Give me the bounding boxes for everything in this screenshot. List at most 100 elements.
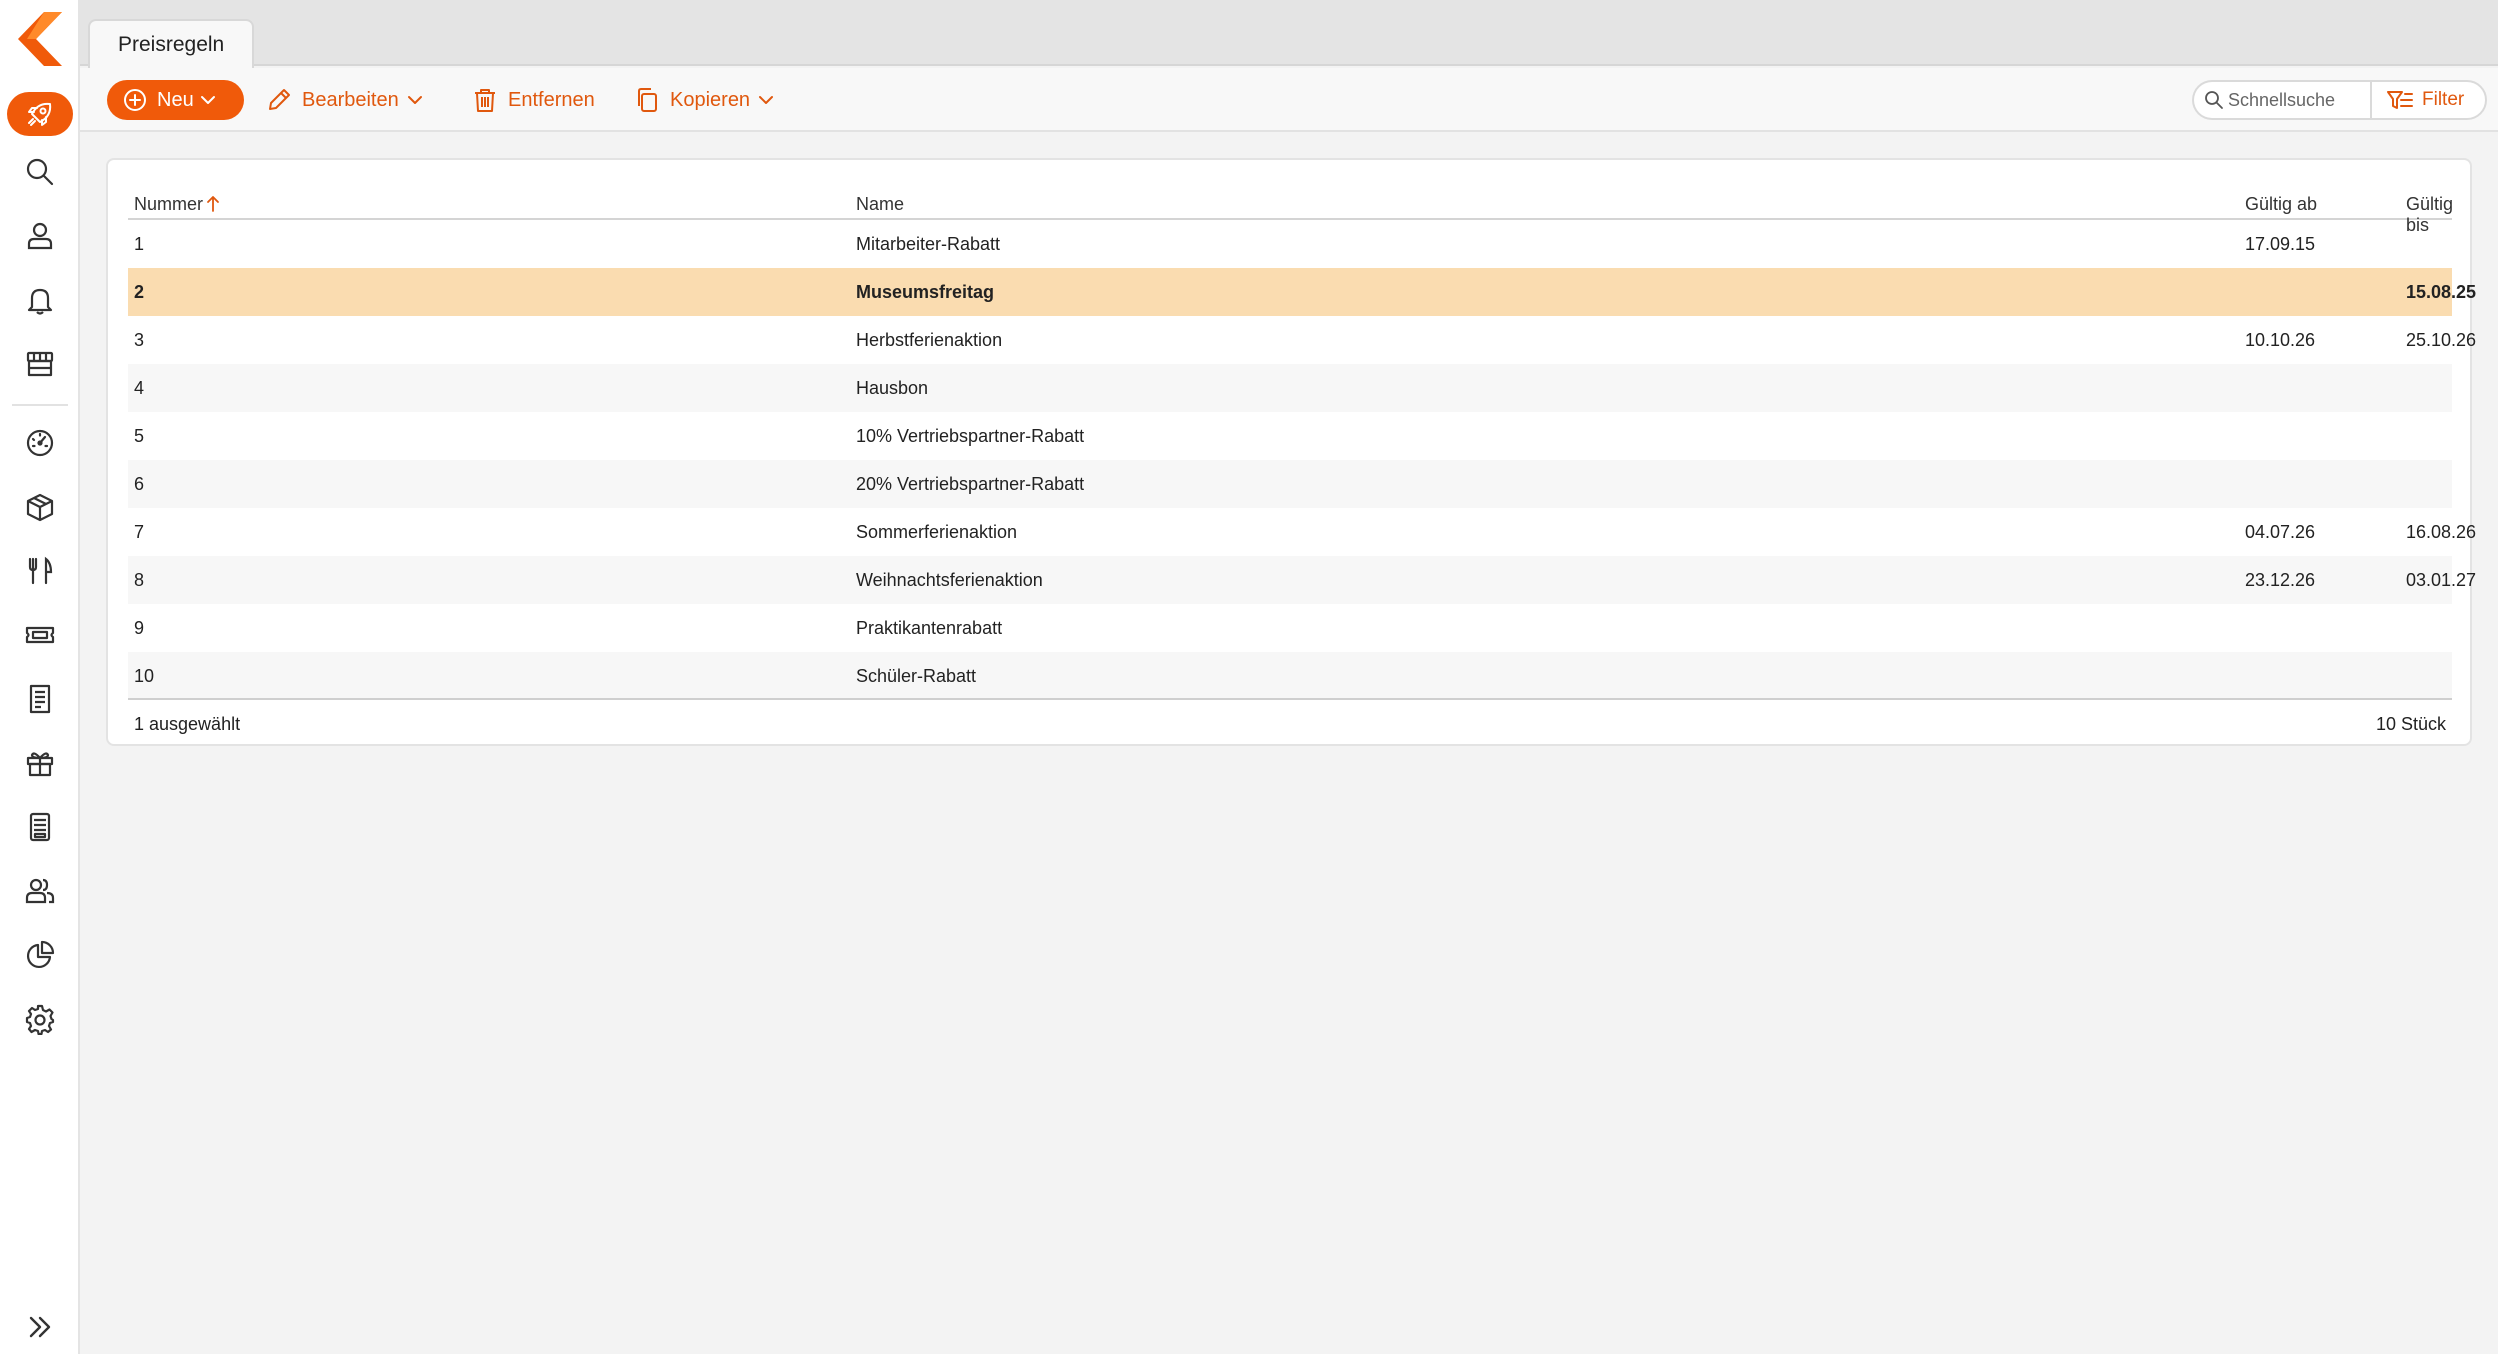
sidebar-collapse-button[interactable] bbox=[7, 1305, 73, 1349]
table-row[interactable]: 1 Mitarbeiter-Rabatt 17.09.15 bbox=[128, 220, 2452, 268]
gear-icon bbox=[25, 1004, 55, 1035]
cell-number: 1 bbox=[134, 234, 145, 254]
delete-button[interactable]: Entfernen bbox=[472, 80, 595, 120]
receipt-icon bbox=[29, 684, 51, 714]
sidebar-item-shop[interactable] bbox=[7, 342, 73, 386]
bell-icon bbox=[27, 288, 53, 315]
cell-number: 10 bbox=[134, 666, 155, 686]
plus-circle-icon bbox=[124, 89, 146, 111]
filter-button-label: Filter bbox=[2422, 89, 2465, 110]
sidebar-item-start[interactable] bbox=[7, 92, 73, 136]
sidebar-item-articles[interactable] bbox=[7, 485, 73, 529]
cell-number: 3 bbox=[134, 330, 145, 350]
table-row[interactable]: 3 Herbstferienaktion 10.10.26 25.10.26 bbox=[128, 316, 2476, 364]
cell-name: Sommerferienaktion bbox=[856, 522, 1018, 542]
pencil-icon bbox=[269, 89, 290, 110]
table-row[interactable]: 5 10% Vertriebspartner-Rabatt bbox=[128, 412, 2452, 460]
box-icon bbox=[26, 493, 54, 522]
search-icon bbox=[26, 158, 54, 186]
sidebar bbox=[0, 0, 80, 1354]
cell-name: 20% Vertriebspartner-Rabatt bbox=[856, 474, 1085, 494]
cell-number: 2 bbox=[134, 282, 145, 302]
sort-ascending-icon bbox=[207, 196, 219, 212]
selection-count: 1 ausgewählt bbox=[134, 714, 241, 734]
copy-button[interactable]: Kopieren bbox=[634, 80, 774, 120]
toolbar: Neu Bearbeiten Entfernen Kopieren Schnel… bbox=[80, 68, 2498, 132]
chevron-down-icon bbox=[407, 96, 422, 104]
cell-number: 7 bbox=[134, 522, 145, 542]
cell-name: Schüler-Rabatt bbox=[856, 666, 977, 686]
new-button[interactable]: Neu bbox=[107, 80, 244, 120]
rocket-icon bbox=[28, 102, 52, 126]
new-button-label: Neu bbox=[157, 88, 194, 111]
table-row[interactable]: 9 Praktikantenrabatt bbox=[128, 604, 2452, 652]
table-row-selected[interactable]: 2 Museumsfreitag 15.08.25 bbox=[128, 268, 2476, 316]
cell-valid-from: 17.09.15 bbox=[2245, 234, 2316, 254]
double-chevron-right-icon bbox=[29, 1316, 51, 1338]
copy-button-label: Kopieren bbox=[670, 88, 751, 111]
column-header-number[interactable]: Nummer bbox=[134, 194, 221, 215]
sidebar-item-settings[interactable] bbox=[7, 997, 73, 1041]
sidebar-item-vouchers[interactable] bbox=[7, 741, 73, 785]
price-rules-table: Nummer Name Gültig ab Gültig bis 1 Mitar… bbox=[106, 158, 2476, 746]
edit-button-label: Bearbeiten bbox=[302, 88, 399, 111]
cell-name: Hausbon bbox=[856, 378, 929, 398]
pie-chart-icon bbox=[26, 940, 55, 969]
search-icon bbox=[2205, 91, 2223, 109]
sidebar-item-statistics[interactable] bbox=[7, 933, 73, 977]
cell-name: 10% Vertriebspartner-Rabatt bbox=[856, 426, 1085, 446]
cell-valid-to: 15.08.25 bbox=[2406, 282, 2477, 302]
cell-valid-from: 04.07.26 bbox=[2245, 522, 2316, 542]
ticket-icon bbox=[25, 626, 55, 644]
cell-number: 5 bbox=[134, 426, 145, 446]
sidebar-item-users[interactable] bbox=[7, 869, 73, 913]
tab-preisregeln[interactable]: Preisregeln bbox=[88, 19, 255, 68]
restaurant-icon bbox=[28, 556, 53, 585]
cell-name: Museumsfreitag bbox=[856, 282, 995, 302]
table-row[interactable]: 7 Sommerferienaktion 04.07.26 16.08.26 bbox=[128, 508, 2476, 556]
table-row[interactable]: 8 Weihnachtsferienaktion 23.12.26 03.01.… bbox=[128, 556, 2476, 604]
table-footer: 1 ausgewählt 10 Stück bbox=[128, 698, 2452, 746]
cell-name: Praktikantenrabatt bbox=[856, 618, 1003, 638]
table-row[interactable]: 10 Schüler-Rabatt bbox=[128, 652, 2452, 700]
quick-search[interactable] bbox=[2192, 80, 2370, 120]
filter-icon bbox=[2387, 91, 2413, 109]
sidebar-item-tickets[interactable] bbox=[7, 613, 73, 657]
store-icon bbox=[26, 351, 54, 377]
quick-search-input[interactable] bbox=[2228, 89, 2368, 111]
column-header-number-label: Nummer bbox=[134, 194, 204, 214]
cell-name: Mitarbeiter-Rabatt bbox=[856, 234, 1001, 254]
copy-icon bbox=[638, 88, 657, 112]
cell-valid-to: 16.08.26 bbox=[2406, 522, 2477, 542]
cell-name: Weihnachtsferienaktion bbox=[856, 570, 1043, 590]
sidebar-item-notifications[interactable] bbox=[7, 278, 73, 322]
table-row[interactable]: 6 20% Vertriebspartner-Rabatt bbox=[128, 460, 2452, 508]
trash-icon bbox=[475, 89, 495, 112]
sidebar-item-dashboard[interactable] bbox=[7, 421, 73, 465]
tab-bar: Preisregeln bbox=[80, 0, 2498, 68]
edit-button[interactable]: Bearbeiten bbox=[266, 80, 423, 120]
sidebar-item-customer[interactable] bbox=[7, 214, 73, 258]
sidebar-item-gastro[interactable] bbox=[7, 549, 73, 593]
total-count: 10 Stück bbox=[2375, 714, 2446, 734]
user-icon bbox=[27, 222, 53, 250]
column-header-valid-from[interactable]: Gültig ab bbox=[2245, 194, 2317, 215]
gift-icon bbox=[26, 752, 54, 777]
cell-number: 6 bbox=[134, 474, 145, 494]
cell-valid-to: 03.01.27 bbox=[2406, 570, 2477, 590]
app-logo[interactable] bbox=[16, 10, 66, 68]
table-header: Nummer Name Gültig ab Gültig bis bbox=[128, 174, 2453, 235]
filter-button[interactable]: Filter bbox=[2370, 80, 2487, 120]
table-row[interactable]: 4 Hausbon bbox=[128, 364, 2452, 412]
chevron-down-icon bbox=[200, 96, 215, 104]
users-icon bbox=[25, 878, 55, 904]
cell-number: 4 bbox=[134, 378, 145, 398]
register-icon bbox=[29, 812, 51, 842]
column-header-name[interactable]: Name bbox=[856, 194, 904, 215]
sidebar-item-receipts[interactable] bbox=[7, 677, 73, 721]
cell-number: 9 bbox=[134, 618, 145, 638]
sidebar-item-cash-register[interactable] bbox=[7, 805, 73, 849]
table-body: 1 Mitarbeiter-Rabatt 17.09.15 2 Museumsf… bbox=[128, 220, 2476, 700]
cell-valid-from: 23.12.26 bbox=[2245, 570, 2316, 590]
sidebar-item-search[interactable] bbox=[7, 150, 73, 194]
